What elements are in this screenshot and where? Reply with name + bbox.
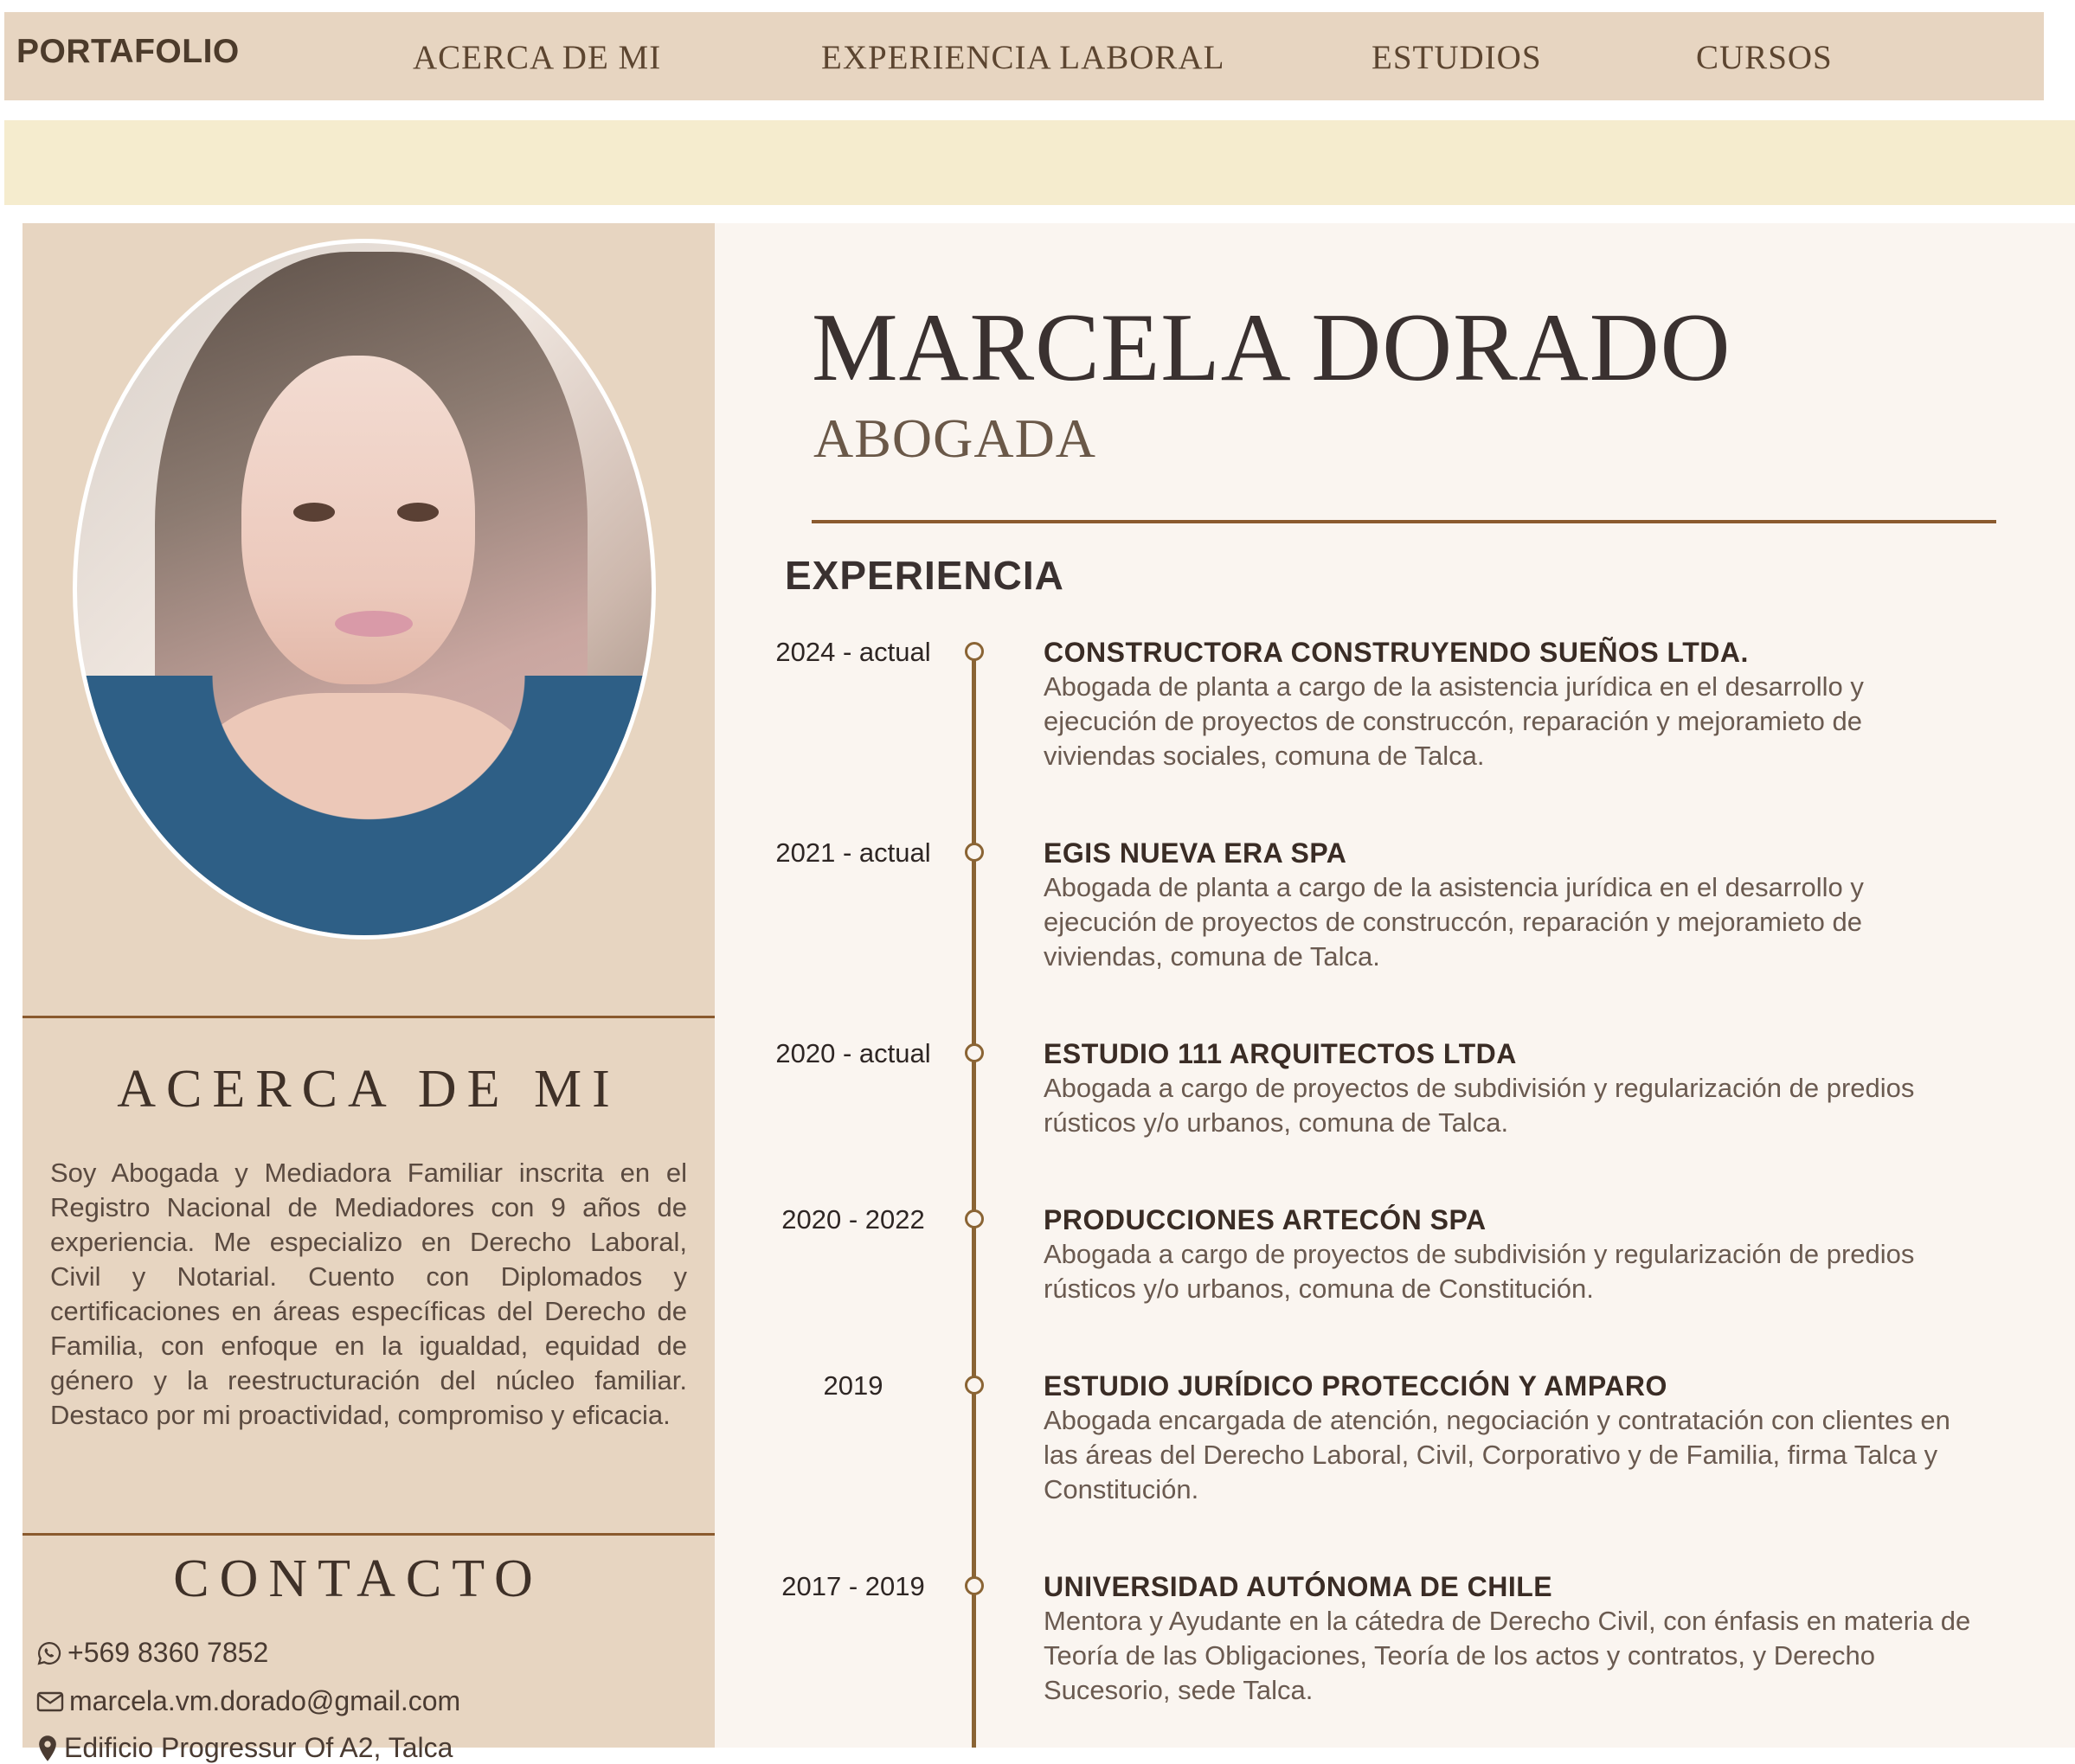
timeline-date: 2024 - actual xyxy=(775,637,931,667)
timeline-company: ESTUDIO JURÍDICO PROTECCIÓN Y AMPARO xyxy=(1044,1370,1667,1402)
sidebar-divider xyxy=(22,1016,715,1018)
timeline-date: 2019 xyxy=(823,1370,883,1401)
location-pin-icon xyxy=(36,1735,59,1762)
nav-link-estudios[interactable]: ESTUDIOS xyxy=(1372,38,1542,77)
profile-role: ABOGADA xyxy=(813,407,1096,469)
contact-title: CONTACTO xyxy=(173,1549,543,1608)
whatsapp-icon xyxy=(36,1640,62,1666)
timeline-description: Abogada a cargo de proyectos de subdivis… xyxy=(1044,1239,1915,1304)
timeline-dot xyxy=(965,1043,984,1062)
contact-phone[interactable]: +569 8360 7852 xyxy=(36,1637,268,1669)
timeline-dot xyxy=(965,1209,984,1228)
profile-photo xyxy=(73,239,656,940)
contact-email[interactable]: marcela.vm.dorado@gmail.com xyxy=(36,1685,460,1717)
email-text: marcela.vm.dorado@gmail.com xyxy=(69,1685,461,1716)
nav-link-cursos[interactable]: CURSOS xyxy=(1696,38,1833,77)
brand-link[interactable]: PORTAFOLIO xyxy=(16,33,240,71)
main-content: MARCELA DORADO ABOGADA EXPERIENCIA 2024 … xyxy=(715,223,2075,1748)
timeline-date: 2021 - actual xyxy=(775,837,931,868)
top-navbar: PORTAFOLIO ACERCA DE MI EXPERIENCIA LABO… xyxy=(4,12,2044,100)
timeline-company: CONSTRUCTORA CONSTRUYENDO SUEÑOS LTDA. xyxy=(1044,637,1749,668)
about-title: ACERCA DE MI xyxy=(117,1060,620,1119)
profile-name: MARCELA DORADO xyxy=(812,294,1731,401)
timeline-dot xyxy=(965,1376,984,1395)
address-text: Edificio Progressur Of A2, Talca xyxy=(64,1732,453,1763)
nav-link-experiencia[interactable]: EXPERIENCIA LABORAL xyxy=(821,38,1224,77)
contact-address[interactable]: Edificio Progressur Of A2, Talca xyxy=(36,1732,453,1764)
about-text: Soy Abogada y Mediadora Familiar inscrit… xyxy=(50,1158,687,1430)
sidebar-divider xyxy=(22,1533,715,1536)
timeline-description: Mentora y Ayudante en la cátedra de Dere… xyxy=(1044,1606,1971,1705)
timeline-dot xyxy=(965,642,984,661)
timeline-company: EGIS NUEVA ERA SPA xyxy=(1044,837,1347,869)
phone-text: +569 8360 7852 xyxy=(67,1637,269,1668)
sidebar: ACERCA DE MI Soy Abogada y Mediadora Fam… xyxy=(22,223,715,1763)
timeline-date: 2017 - 2019 xyxy=(781,1571,925,1601)
timeline-company: ESTUDIO 111 ARQUITECTOS LTDA xyxy=(1044,1038,1517,1069)
timeline-dot xyxy=(965,843,984,862)
timeline-company: UNIVERSIDAD AUTÓNOMA DE CHILE xyxy=(1044,1571,1553,1602)
nav-link-acerca[interactable]: ACERCA DE MI xyxy=(413,38,661,77)
timeline-description: Abogada encargada de atención, negociaci… xyxy=(1044,1405,1950,1504)
header-rule xyxy=(812,520,1996,523)
timeline-company: PRODUCCIONES ARTECÓN SPA xyxy=(1044,1204,1487,1235)
timeline-description: Abogada de planta a cargo de la asistenc… xyxy=(1044,671,1864,771)
timeline-date: 2020 - actual xyxy=(775,1038,931,1068)
timeline-description: Abogada de planta a cargo de la asistenc… xyxy=(1044,872,1864,972)
header-band xyxy=(4,120,2075,205)
experience-title: EXPERIENCIA xyxy=(785,553,1064,598)
envelope-icon xyxy=(36,1690,64,1713)
timeline-dot xyxy=(965,1576,984,1595)
timeline-date: 2020 - 2022 xyxy=(781,1204,925,1235)
timeline-description: Abogada a cargo de proyectos de subdivis… xyxy=(1044,1073,1915,1138)
